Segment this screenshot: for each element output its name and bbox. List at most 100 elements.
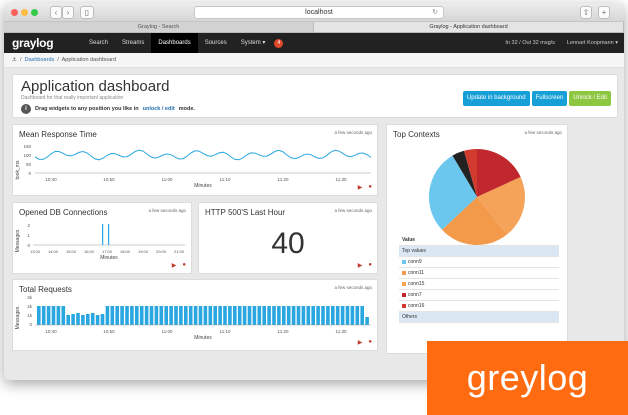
replay-icon[interactable]: ▶ (358, 262, 363, 269)
share-icon[interactable]: ⇧ (580, 6, 592, 19)
request-bar (257, 306, 262, 325)
browser-titlebar: ‹ › ▯ localhost ↻ ⇧ + (4, 3, 624, 22)
request-bar (306, 306, 311, 325)
nav-streams[interactable]: Streams (115, 33, 151, 53)
x-tick: 11:00 (162, 329, 173, 334)
table-row[interactable]: conn7 (399, 290, 559, 301)
replay-icon[interactable]: ▶ (358, 184, 363, 191)
widget-timestamp: a few seconds ago (334, 208, 372, 213)
x-tick: 15:00 (66, 249, 77, 254)
request-bar (335, 306, 340, 325)
page-title: Application dashboard (21, 78, 170, 95)
breadcrumb-separator: / (20, 57, 22, 63)
x-tick: 11:20 (278, 177, 289, 182)
widget-total-requests[interactable]: Total Requests a few seconds ago Message… (12, 279, 378, 351)
request-bar (228, 306, 232, 325)
request-bar (345, 306, 350, 325)
request-bar (66, 315, 70, 325)
forward-icon[interactable]: › (62, 6, 74, 19)
request-bar (360, 306, 364, 325)
spike-bar (102, 224, 104, 245)
back-icon[interactable]: ‹ (50, 6, 62, 19)
x-tick: 18:00 (120, 249, 131, 254)
info-icon[interactable]: ● (368, 184, 372, 191)
x-tick: 10:40 (45, 329, 57, 334)
fullscreen-button[interactable]: Fullscreen (531, 91, 568, 106)
request-bar (86, 314, 90, 325)
info-icon[interactable]: ● (368, 339, 372, 346)
y-axis-label: took_ms (15, 160, 21, 179)
breadcrumb-dashboards[interactable]: Dashboards (25, 57, 55, 63)
request-bar (316, 306, 320, 325)
breadcrumb-current: Application dashboard (61, 57, 117, 63)
request-bar (223, 306, 227, 325)
spike-bar (108, 224, 110, 245)
info-icon[interactable]: ● (182, 262, 186, 269)
table-row[interactable]: conn9 (399, 257, 559, 268)
request-bar (179, 306, 183, 325)
x-tick: 13:00 (30, 249, 41, 254)
tab-dashboard[interactable]: Graylog - Application dashboard (314, 22, 624, 32)
replay-icon[interactable]: ▶ (172, 262, 177, 269)
nav-system[interactable]: System ▾ (234, 33, 273, 53)
graylog-navbar: graylog Search Streams Dashboards Source… (4, 33, 624, 53)
info-icon[interactable]: ● (368, 262, 372, 269)
replay-icon[interactable]: ▶ (358, 339, 363, 346)
widget-db-connections[interactable]: Opened DB Connections a few seconds ago … (12, 202, 192, 274)
request-bar (125, 306, 129, 325)
nav-dashboards[interactable]: Dashboards (151, 33, 198, 53)
x-tick: 10:50 (103, 329, 115, 334)
table-row[interactable]: conn16 (399, 301, 559, 312)
request-bar (242, 306, 247, 325)
page-subtitle: Dashboard for that really important appl… (21, 95, 124, 101)
request-bar (154, 306, 159, 325)
y-tick: 3k (27, 295, 33, 300)
maximize-window-button[interactable] (31, 9, 38, 16)
x-tick: 11:10 (220, 329, 231, 334)
user-menu[interactable]: Lennart Koopmann ▾ (567, 33, 618, 53)
x-tick: 11:30 (336, 329, 347, 334)
x-tick: 10:50 (103, 177, 115, 182)
breadcrumb: ⚓ / Dashboards / Application dashboard (4, 53, 624, 68)
table-row-others[interactable]: Others (399, 312, 559, 323)
request-bar (56, 306, 61, 325)
unlock-edit-button[interactable]: Unlock / Edit (569, 91, 611, 106)
nav-search[interactable]: Search (82, 33, 115, 53)
x-axis-label: Minutes (100, 255, 118, 261)
request-bar (203, 306, 208, 325)
widget-mean-response[interactable]: Mean Response Time a few seconds ago too… (12, 124, 378, 196)
y-tick: 100 (23, 153, 31, 158)
http500-count: 40 (271, 227, 305, 260)
request-bar (135, 306, 139, 325)
tab-search[interactable]: Graylog - Search (4, 22, 314, 32)
nav-sources[interactable]: Sources (198, 33, 234, 53)
address-bar[interactable]: localhost ↻ (194, 6, 444, 19)
sidebar-icon[interactable]: ▯ (80, 6, 94, 19)
close-window-button[interactable] (11, 9, 18, 16)
home-icon[interactable]: ⚓ (12, 57, 17, 63)
request-bar (115, 306, 119, 325)
top-contexts-pie (428, 149, 525, 245)
brand-label: greylog (427, 341, 628, 415)
new-tab-icon[interactable]: + (598, 6, 610, 19)
browser-tabs: Graylog - Search Graylog - Application d… (4, 22, 624, 33)
graylog-logo[interactable]: graylog (12, 36, 82, 50)
x-axis-label: Minutes (194, 335, 212, 341)
table-row[interactable]: conn11 (399, 268, 559, 279)
request-bar (81, 315, 85, 325)
table-row[interactable]: conn15 (399, 279, 559, 290)
request-bar (169, 306, 173, 325)
minimize-window-button[interactable] (21, 9, 28, 16)
x-tick: 21:00 (174, 249, 185, 254)
update-background-button[interactable]: Update in background (462, 91, 530, 106)
browser-window: ‹ › ▯ localhost ↻ ⇧ + Graylog - Search G… (4, 3, 624, 380)
lightbulb-icon: i (21, 104, 31, 114)
x-tick: 11:30 (336, 177, 347, 182)
widget-top-contexts[interactable]: Top Contexts a few seconds ago Value Top… (386, 124, 568, 354)
reload-icon[interactable]: ↻ (432, 7, 438, 18)
widget-http500[interactable]: HTTP 500'S Last Hour a few seconds ago 4… (198, 202, 378, 274)
notification-badge[interactable]: 4 (274, 38, 284, 48)
hint-unlock-link[interactable]: unlock / edit (143, 106, 175, 112)
request-bar (237, 306, 242, 325)
request-bar (61, 306, 66, 325)
